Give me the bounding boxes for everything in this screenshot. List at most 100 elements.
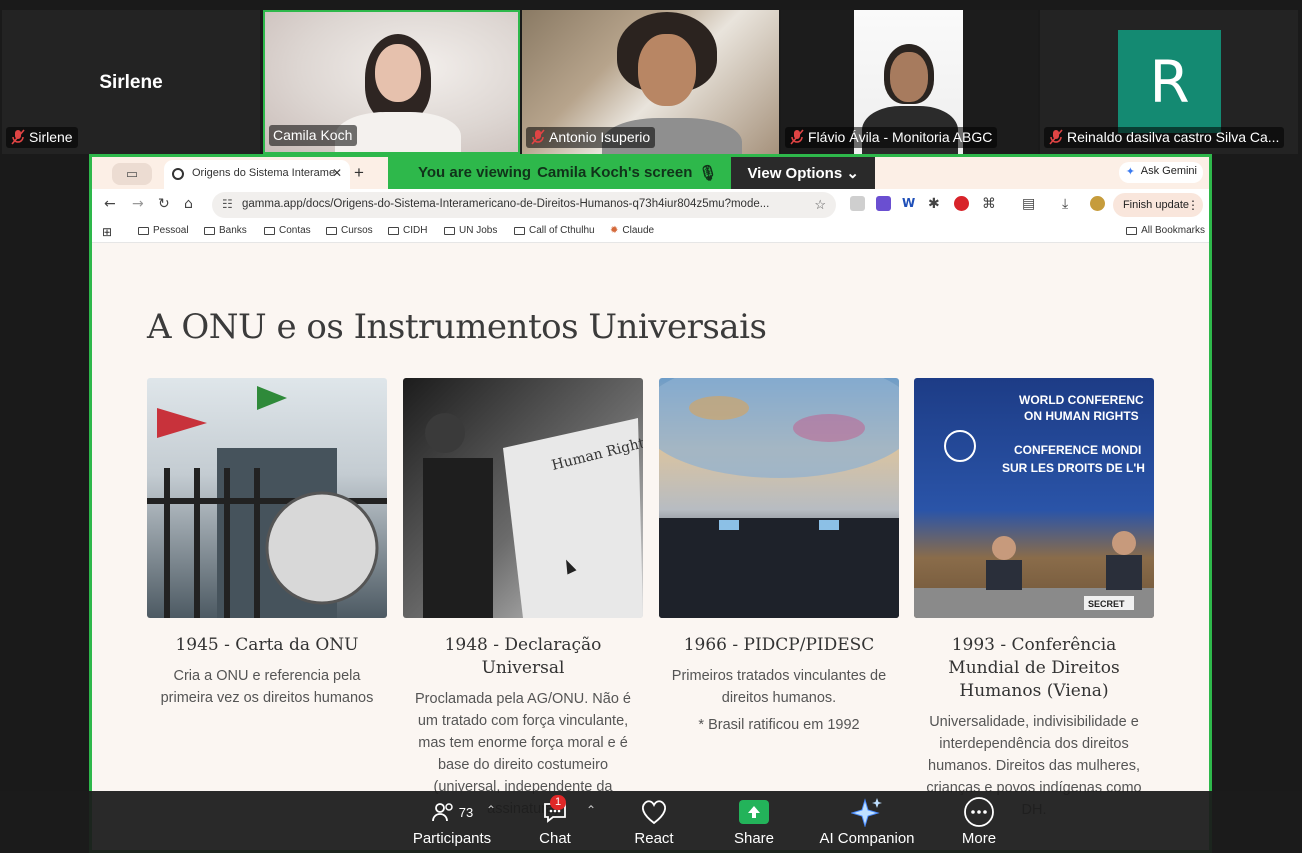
back-icon[interactable]: ←: [104, 196, 116, 212]
share-banner: You are viewing Camila Koch's screen 🎙 V…: [388, 157, 875, 189]
react-label: React: [634, 830, 674, 847]
mic-muted-icon: [11, 129, 25, 145]
ceiling-paint: [689, 396, 749, 420]
ellipsis-circle-icon: [964, 797, 994, 827]
finish-update-button[interactable]: Finish update ⋮: [1112, 193, 1203, 217]
close-icon[interactable]: ✕: [332, 166, 342, 180]
extension-icon[interactable]: ✱: [928, 196, 940, 212]
chat-button[interactable]: 1 Chat: [530, 795, 580, 847]
participant-tile-camila[interactable]: Camila Koch: [263, 10, 520, 154]
viewing-indicator: You are viewing Camila Koch's screen 🎙: [388, 157, 732, 189]
forward-icon[interactable]: →: [132, 196, 144, 212]
participant-tile-flavio[interactable]: Flávio Ávila - Monitoria ABGC: [781, 10, 1038, 154]
bookmark-star-icon[interactable]: ☆: [814, 197, 826, 213]
profile-avatar[interactable]: [1090, 196, 1105, 211]
folder-icon: [444, 226, 455, 235]
participant-tile-antonio[interactable]: Antonio Isuperio: [522, 10, 779, 154]
bookmark-folder-banks[interactable]: Banks: [204, 225, 247, 236]
download-icon[interactable]: ⤓: [1062, 196, 1068, 212]
bookmark-folder-contas[interactable]: Contas: [264, 225, 311, 236]
reload-icon[interactable]: ↻: [158, 196, 170, 212]
card-text: Primeiros tratados vinculantes de direit…: [671, 668, 887, 706]
participant-name: Reinaldo dasilva castro Silva Ca...: [1067, 129, 1280, 145]
bookmark-claude[interactable]: ✹ Claude: [610, 225, 654, 236]
bookmark-label: Cursos: [341, 225, 373, 236]
tab-search-icon[interactable]: ▭: [112, 163, 152, 185]
bookmark-folder-un-jobs[interactable]: UN Jobs: [444, 225, 497, 236]
participants-label: Participants: [412, 830, 492, 847]
folder-icon: [138, 226, 149, 235]
mic-muted-icon: [1049, 129, 1063, 145]
browser-toolbar: ← → ↻ ⌂ ☷ gamma.app/docs/Origens-do-Sist…: [92, 189, 1209, 219]
chat-label: Chat: [539, 830, 571, 847]
participant-name: Camila Koch: [273, 127, 353, 143]
bookmark-label: UN Jobs: [459, 225, 498, 236]
declaration-photo-image: Human Rights: [403, 378, 643, 618]
address-bar[interactable]: ☷ gamma.app/docs/Origens-do-Sistema-Inte…: [212, 192, 836, 218]
mic-muted-icon: [790, 129, 804, 145]
finish-update-label: Finish update: [1122, 199, 1189, 211]
more-icon: [954, 797, 1004, 827]
flag-icon: [257, 386, 287, 410]
home-icon[interactable]: ⌂: [184, 196, 193, 212]
share-screen-button[interactable]: Share: [727, 797, 781, 847]
extensions-puzzle-icon[interactable]: ⌘: [982, 196, 996, 212]
arrow-up-icon: [748, 806, 760, 818]
gemini-icon: ✦: [1125, 166, 1135, 178]
person-head: [425, 413, 465, 453]
video-person-face: [638, 34, 696, 106]
extension-icon[interactable]: [850, 196, 865, 211]
extension-icon[interactable]: [876, 196, 891, 211]
gamma-document-page[interactable]: A ONU e os Instrumentos Universais 1945 …: [92, 243, 1209, 850]
more-button[interactable]: More: [954, 797, 1004, 847]
card-title: 1993 - Conferência Mundial de Direitos H…: [948, 635, 1120, 701]
banner-text: ON HUMAN RIGHTS: [1024, 409, 1139, 423]
card-title: 1948 - Declaração Universal: [444, 635, 602, 678]
url-text: gamma.app/docs/Origens-do-Sistema-Intera…: [242, 198, 770, 210]
opera-icon[interactable]: [954, 196, 969, 211]
viewing-prefix: You are viewing: [418, 164, 532, 181]
bookmark-folder-cursos[interactable]: Cursos: [326, 225, 373, 236]
participant-tile-reinaldo[interactable]: R Reinaldo dasilva castro Silva Ca...: [1040, 10, 1298, 154]
ask-gemini-button[interactable]: ✦ Ask Gemini: [1118, 162, 1203, 183]
site-info-icon[interactable]: ☷: [222, 197, 233, 211]
participants-button[interactable]: 73 Participants: [412, 797, 492, 847]
folder-icon: [264, 226, 275, 235]
bookmark-folder-cidh[interactable]: CIDH: [388, 225, 427, 236]
card-title: 1945 - Carta da ONU: [175, 635, 359, 655]
apps-grid-icon[interactable]: ⊞: [102, 225, 112, 239]
un-emblem-icon: [944, 430, 976, 462]
gamma-favicon-icon: [172, 168, 184, 180]
more-label: More: [961, 830, 997, 847]
browser-tab[interactable]: Origens do Sistema Interame ✕: [164, 160, 350, 189]
reading-mode-icon[interactable]: ▤: [1022, 196, 1035, 212]
shared-screen[interactable]: You are viewing Camila Koch's screen 🎙 V…: [89, 154, 1212, 853]
ai-companion-button[interactable]: AI Companion: [816, 797, 918, 847]
react-button[interactable]: React: [626, 797, 682, 847]
card-title: 1966 - PIDCP/PIDESC: [683, 635, 875, 655]
claude-icon: ✹: [610, 225, 619, 236]
conference-illustration: WORLD CONFERENC ON HUMAN RIGHTS CONFEREN…: [914, 393, 1154, 618]
sign-text: SECRET: [1088, 599, 1125, 609]
assembly-illustration: [659, 378, 899, 618]
card-text: Cria a ONU e referencia pela primeira ve…: [160, 668, 374, 706]
chevron-up-icon[interactable]: ⌃: [586, 803, 596, 817]
view-options-button[interactable]: View Options ⌄: [731, 157, 875, 189]
participant-nametag: Reinaldo dasilva castro Silva Ca...: [1044, 127, 1285, 148]
participant-display-name: Sirlene: [99, 72, 163, 93]
extension-w-icon[interactable]: W: [902, 196, 915, 210]
all-bookmarks-button[interactable]: All Bookmarks: [1126, 225, 1205, 236]
participants-count: 73: [458, 804, 474, 820]
bookmark-folder-pessoal[interactable]: Pessoal: [138, 225, 189, 236]
timeline-card-1945: 1945 - Carta da ONU Cria a ONU e referen…: [147, 378, 387, 709]
participant-nametag: Camila Koch: [269, 125, 358, 146]
ceiling-paint: [793, 414, 865, 442]
participant-name: Flávio Ávila - Monitoria ABGC: [808, 129, 993, 145]
new-tab-button[interactable]: +: [354, 163, 364, 183]
page-title: A ONU e os Instrumentos Universais: [147, 307, 767, 347]
participant-tile-sirlene[interactable]: Sirlene Sirlene: [2, 10, 260, 154]
bookmark-folder-call-of-cthulhu[interactable]: Call of Cthulhu: [514, 225, 595, 236]
bookmark-label: Claude: [622, 225, 655, 236]
video-person-face: [890, 52, 928, 102]
chevron-up-icon[interactable]: ⌃: [486, 803, 496, 817]
